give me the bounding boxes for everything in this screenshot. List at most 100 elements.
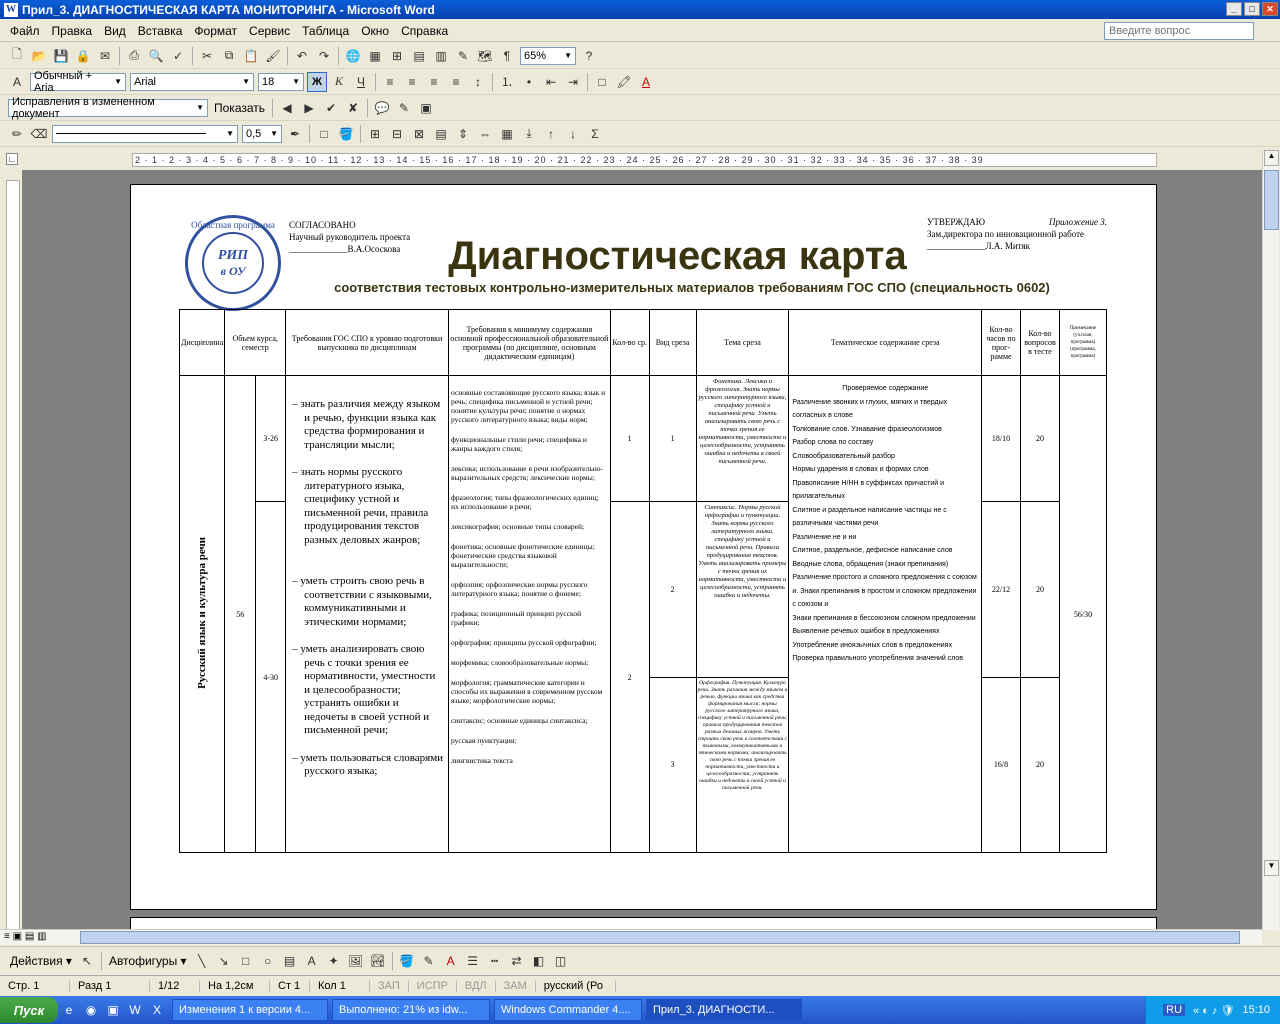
line-style-combo[interactable]: ▼ bbox=[52, 124, 238, 143]
text-direction-icon[interactable]: ⤓ bbox=[519, 124, 539, 144]
insert-table-icon[interactable]: ⊞ bbox=[365, 124, 385, 144]
bold-button[interactable]: Ж bbox=[307, 71, 327, 92]
menu-view[interactable]: Вид bbox=[98, 24, 132, 38]
show-hide-icon[interactable]: ¶ bbox=[497, 46, 517, 66]
reject-change-icon[interactable]: ✘ bbox=[343, 98, 363, 118]
sort-descending-icon[interactable]: ↓ bbox=[563, 124, 583, 144]
3d-icon[interactable]: ◫ bbox=[551, 951, 571, 971]
h-scroll-thumb[interactable] bbox=[80, 931, 1240, 944]
shadow-icon[interactable]: ◧ bbox=[529, 951, 549, 971]
desktop-icon[interactable]: ▣ bbox=[103, 1000, 123, 1020]
task-changes[interactable]: Изменения 1 к версии 4... bbox=[172, 999, 328, 1021]
font-combo[interactable]: Arial ▼ bbox=[130, 72, 254, 91]
menu-edit[interactable]: Правка bbox=[46, 24, 99, 38]
styles-pane-icon[interactable]: A bbox=[7, 72, 27, 92]
spelling-icon[interactable]: ✓ bbox=[168, 46, 188, 66]
view-mode-icons[interactable]: ≡ ▣ ▤ ▥ bbox=[4, 931, 47, 942]
numbering-icon[interactable]: ⒈ bbox=[497, 72, 517, 92]
clipart-icon[interactable]: 🖼 bbox=[346, 951, 366, 971]
show-menu-button[interactable]: Показать bbox=[210, 101, 269, 115]
border-icon[interactable]: □ bbox=[592, 72, 612, 92]
increase-indent-icon[interactable]: ⇥ bbox=[563, 72, 583, 92]
insert-comment-icon[interactable]: 💬 bbox=[372, 98, 392, 118]
hyperlink-icon[interactable]: 🌐 bbox=[343, 46, 363, 66]
actions-menu[interactable]: Действия ▾ bbox=[6, 954, 76, 968]
merge-cells-icon[interactable]: ⊟ bbox=[387, 124, 407, 144]
scroll-thumb[interactable] bbox=[1264, 170, 1279, 230]
task-word-document[interactable]: Прил_3. ДИАГНОСТИ... bbox=[646, 999, 802, 1021]
outside-border-icon[interactable]: □ bbox=[314, 124, 334, 144]
draw-table-icon[interactable]: ✏ bbox=[7, 124, 27, 144]
reviewing-pane-icon[interactable]: ▣ bbox=[416, 98, 436, 118]
excel-quick-icon[interactable]: X bbox=[147, 1000, 167, 1020]
tables-borders-icon[interactable]: ▦ bbox=[365, 46, 385, 66]
scroll-down-icon[interactable]: ▼ bbox=[1264, 860, 1279, 876]
paste-icon[interactable]: 📋 bbox=[241, 46, 261, 66]
font-color-icon[interactable]: A bbox=[636, 72, 656, 92]
browser-icon[interactable]: ◉ bbox=[81, 1000, 101, 1020]
line-weight-combo[interactable]: 0,5 ▼ bbox=[242, 124, 282, 143]
decrease-indent-icon[interactable]: ⇤ bbox=[541, 72, 561, 92]
oval-icon[interactable]: ○ bbox=[258, 951, 278, 971]
vertical-ruler[interactable] bbox=[6, 180, 20, 930]
highlight-icon[interactable]: 🖍 bbox=[614, 72, 634, 92]
align-cell-icon[interactable]: ▤ bbox=[431, 124, 451, 144]
columns-icon[interactable]: ▥ bbox=[431, 46, 451, 66]
arrow-style-icon[interactable]: ⇄ bbox=[507, 951, 527, 971]
drawing-icon[interactable]: ✎ bbox=[453, 46, 473, 66]
rectangle-icon[interactable]: □ bbox=[236, 951, 256, 971]
previous-change-icon[interactable]: ◀ bbox=[277, 98, 297, 118]
autoshapes-menu[interactable]: Автофигуры ▾ bbox=[105, 954, 191, 968]
ie-icon[interactable]: e bbox=[59, 1000, 79, 1020]
shading-color-icon[interactable]: 🪣 bbox=[336, 124, 356, 144]
task-progress[interactable]: Выполнено: 21% из idw... bbox=[332, 999, 490, 1021]
insert-excel-icon[interactable]: ▤ bbox=[409, 46, 429, 66]
start-button[interactable]: Пуск bbox=[0, 997, 58, 1023]
distribute-columns-icon[interactable]: ⇔ bbox=[475, 124, 495, 144]
language-indicator[interactable]: RU bbox=[1163, 1004, 1186, 1016]
track-changes-icon[interactable]: ✎ bbox=[394, 98, 414, 118]
line-color-icon[interactable]: ✎ bbox=[419, 951, 439, 971]
close-button[interactable]: ✕ bbox=[1262, 2, 1278, 16]
tab-selector-icon[interactable]: ∟ bbox=[6, 153, 18, 165]
menu-table[interactable]: Таблица bbox=[296, 24, 355, 38]
font-color-draw-icon[interactable]: A bbox=[441, 951, 461, 971]
status-trk[interactable]: ИСПР bbox=[409, 979, 457, 992]
menu-format[interactable]: Формат bbox=[188, 24, 243, 38]
minimize-button[interactable]: _ bbox=[1226, 2, 1242, 16]
wordart-icon[interactable]: A bbox=[302, 951, 322, 971]
menu-file[interactable]: Файл bbox=[4, 24, 46, 38]
style-combo[interactable]: Обычный + Aria ▼ bbox=[30, 70, 126, 94]
select-objects-icon[interactable]: ↖ bbox=[77, 951, 97, 971]
table-autoformat-icon[interactable]: ▦ bbox=[497, 124, 517, 144]
diagram-icon[interactable]: ✦ bbox=[324, 951, 344, 971]
task-commander[interactable]: Windows Commander 4.... bbox=[494, 999, 642, 1021]
line-icon[interactable]: ╲ bbox=[192, 951, 212, 971]
maximize-button[interactable]: □ bbox=[1244, 2, 1260, 16]
autosum-icon[interactable]: Σ bbox=[585, 124, 605, 144]
menu-window[interactable]: Окно bbox=[355, 24, 395, 38]
fill-color-icon[interactable]: 🪣 bbox=[397, 951, 417, 971]
sort-ascending-icon[interactable]: ↑ bbox=[541, 124, 561, 144]
redo-icon[interactable]: ↷ bbox=[314, 46, 334, 66]
accept-change-icon[interactable]: ✔ bbox=[321, 98, 341, 118]
email-icon[interactable]: ✉ bbox=[95, 46, 115, 66]
bullets-icon[interactable]: • bbox=[519, 72, 539, 92]
align-left-icon[interactable]: ≡ bbox=[380, 72, 400, 92]
new-document-icon[interactable]: 🗋 bbox=[7, 46, 27, 66]
ask-question-input[interactable] bbox=[1104, 22, 1254, 40]
print-preview-icon[interactable]: 🔍 bbox=[146, 46, 166, 66]
open-folder-icon[interactable]: 📂 bbox=[29, 46, 49, 66]
font-size-combo[interactable]: 18 ▼ bbox=[258, 72, 304, 91]
picture-icon[interactable]: 🏞 bbox=[368, 951, 388, 971]
scroll-up-icon[interactable]: ▲ bbox=[1264, 150, 1279, 166]
horizontal-scrollbar[interactable]: ≡ ▣ ▤ ▥ bbox=[0, 929, 1262, 945]
menu-insert[interactable]: Вставка bbox=[132, 24, 189, 38]
help-icon[interactable]: ? bbox=[579, 46, 599, 66]
menu-help[interactable]: Справка bbox=[395, 24, 454, 38]
italic-button[interactable]: К bbox=[329, 72, 349, 92]
underline-button[interactable]: Ч bbox=[351, 72, 371, 92]
permission-icon[interactable]: 🔒 bbox=[73, 46, 93, 66]
horizontal-ruler[interactable]: ∟ 2 · 1 · 2 · 3 · 4 · 5 · 6 · 7 · 8 · 9 … bbox=[0, 150, 1262, 170]
print-icon[interactable]: ⎙ bbox=[124, 46, 144, 66]
